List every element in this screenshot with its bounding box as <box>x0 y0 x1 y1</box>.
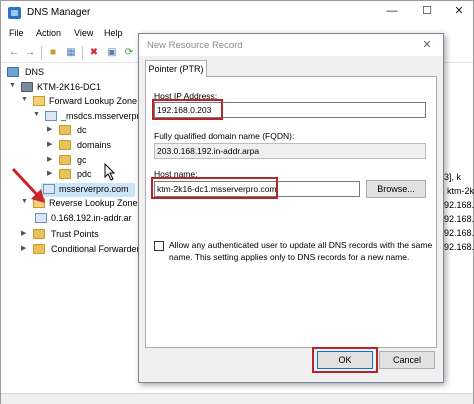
dialog-title-bar: New Resource Record ✕ <box>139 34 443 56</box>
tree-item-msdcs[interactable]: ▼ _msdcs.msserverpro <box>5 110 151 124</box>
record-fragment: ktm-2k16 <box>447 186 474 196</box>
console-tree-icon[interactable]: ▦ <box>64 46 78 60</box>
new-resource-record-dialog: New Resource Record ✕ Pointer (PTR) Host… <box>138 33 444 383</box>
dialog-close-icon[interactable]: ✕ <box>415 36 439 54</box>
record-fragment: 192.168. <box>439 200 474 210</box>
fqdn-field: 203.0.168.192.in-addr.arpa <box>154 143 426 159</box>
ok-button[interactable]: OK <box>317 351 373 369</box>
server-icon <box>21 82 33 92</box>
record-fragment: 192.168. <box>439 228 474 238</box>
annotation-arrow <box>11 167 45 203</box>
delete-icon[interactable]: ✖ <box>87 46 101 60</box>
zone-icon <box>35 213 47 223</box>
folder-icon <box>59 155 71 165</box>
record-fragment: 192.168. <box>439 214 474 224</box>
tree-item-zone-msserverpro[interactable]: msserverpro.com <box>41 183 135 197</box>
back-arrow-icon[interactable]: ← <box>7 46 21 60</box>
host-name-label: Host name: <box>154 169 198 179</box>
dialog-title: New Resource Record <box>147 40 243 51</box>
menu-file[interactable]: File <box>9 28 24 38</box>
chevron-down-icon[interactable]: ▼ <box>33 111 43 118</box>
tree-item-domains[interactable]: ▶ domains <box>5 139 135 153</box>
chevron-down-icon[interactable]: ▼ <box>21 96 31 103</box>
folder-icon <box>33 229 45 239</box>
dns-manager-icon <box>8 7 21 19</box>
refresh-icon[interactable]: ⟳ <box>122 46 136 60</box>
cancel-button[interactable]: Cancel <box>379 351 435 369</box>
minimize-icon[interactable]: — <box>378 1 406 23</box>
tree-item-conditional-forwarders[interactable]: ▶ Conditional Forwarder <box>5 243 151 257</box>
status-bar <box>1 393 473 404</box>
tree-item-server[interactable]: ▼ KTM-2K16-DC1 <box>5 81 151 95</box>
maximize-icon[interactable]: ☐ <box>413 1 441 23</box>
chevron-right-icon[interactable]: ▶ <box>47 140 57 148</box>
chevron-right-icon[interactable]: ▶ <box>21 244 31 252</box>
console-tree: DNS ▼ KTM-2K16-DC1 ▼ Forward Lookup Zone… <box>1 64 151 364</box>
folder-icon <box>33 244 45 254</box>
properties-icon[interactable]: ▣ <box>105 46 119 60</box>
folder-icon <box>59 169 71 179</box>
menu-action[interactable]: Action <box>36 28 61 38</box>
allow-update-checkbox[interactable] <box>154 241 164 251</box>
browse-button[interactable]: Browse... <box>366 180 426 198</box>
chevron-right-icon[interactable]: ▶ <box>47 155 57 163</box>
menu-view[interactable]: View <box>74 28 93 38</box>
title-bar: DNS Manager — ☐ ✕ <box>1 1 473 25</box>
dns-icon <box>7 67 19 77</box>
zone-icon <box>45 111 57 121</box>
record-fragment: 192.168. <box>439 242 474 252</box>
tree-item-dns[interactable]: DNS <box>5 66 145 80</box>
tree-item-trust-points[interactable]: ▶ Trust Points <box>5 228 135 242</box>
folder-icon <box>33 96 45 106</box>
host-ip-label: Host IP Address: <box>154 91 218 101</box>
forward-arrow-icon[interactable]: → <box>23 46 37 60</box>
close-icon[interactable]: ✕ <box>445 1 473 23</box>
fqdn-label: Fully qualified domain name (FQDN): <box>154 131 295 141</box>
tree-item-forward-lookup-zones[interactable]: ▼ Forward Lookup Zone <box>5 95 151 109</box>
menu-help[interactable]: Help <box>104 28 123 38</box>
chevron-down-icon[interactable]: ▼ <box>9 82 19 89</box>
chevron-right-icon[interactable]: ▶ <box>21 229 31 237</box>
chevron-right-icon[interactable]: ▶ <box>47 125 57 133</box>
folder-icon <box>59 140 71 150</box>
folder-up-icon[interactable]: ■ <box>46 46 60 60</box>
host-name-input[interactable]: ktm-2k16-dc1.msserverpro.com <box>154 181 360 197</box>
tree-item-dc[interactable]: ▶ dc <box>5 124 125 138</box>
tab-panel-ptr: Host IP Address: 192.168.0.203 Fully qua… <box>145 76 437 348</box>
tree-item-reverse-zone[interactable]: 0.168.192.in-addr.ar <box>5 212 151 226</box>
host-ip-input[interactable]: 192.168.0.203 <box>154 102 426 118</box>
tab-pointer-ptr[interactable]: Pointer (PTR) <box>145 60 207 77</box>
allow-update-text-line1: Allow any authenticated user to update a… <box>169 240 433 250</box>
mouse-cursor-icon <box>104 163 116 181</box>
folder-icon <box>59 125 71 135</box>
allow-update-text-line2: name. This setting applies only to DNS r… <box>169 252 410 262</box>
window-title: DNS Manager <box>27 7 91 18</box>
